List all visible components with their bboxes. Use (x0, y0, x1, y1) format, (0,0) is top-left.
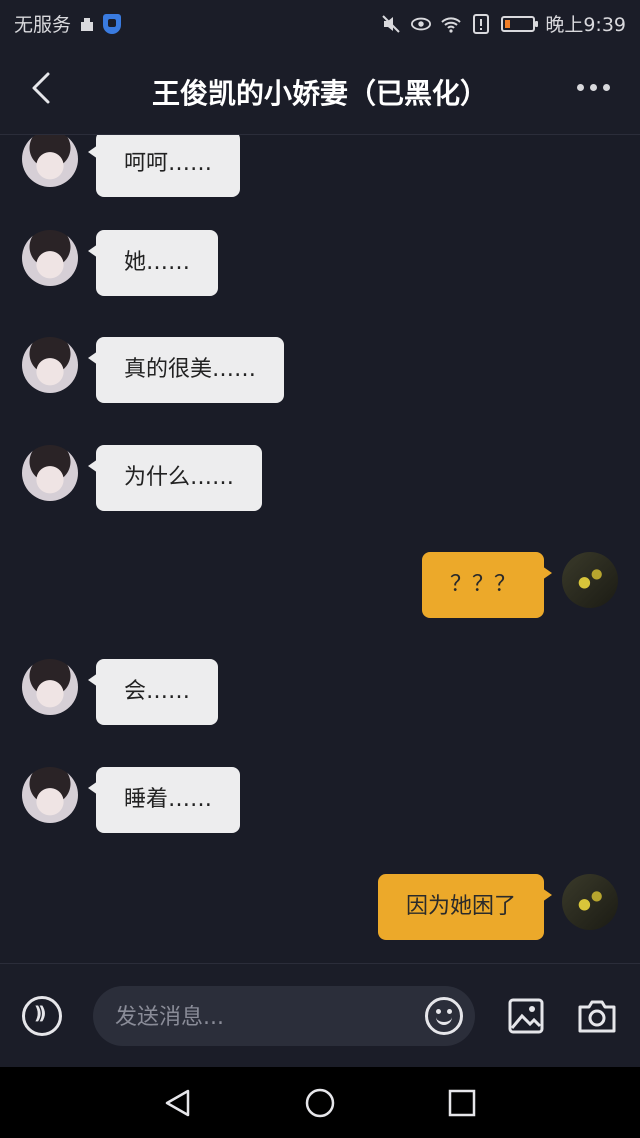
message-list[interactable]: 呵呵…… 她…… 真的很美…… 为什么…… ？？？ 会…… 睡着…… 因为她困了 (0, 135, 640, 963)
input-bar (0, 963, 640, 1068)
incoming-bubble[interactable]: 为什么…… (87, 445, 263, 511)
incoming-bubble[interactable]: 会…… (87, 659, 219, 725)
message-item: 因为她困了 (377, 874, 618, 940)
mute-icon (382, 14, 401, 33)
camera-icon[interactable] (577, 998, 617, 1034)
system-nav-bar (0, 1067, 640, 1138)
message-item: ？？？ (421, 552, 618, 618)
emoji-icon[interactable] (425, 997, 463, 1035)
back-triangle-icon[interactable] (163, 1088, 193, 1118)
contact-avatar[interactable] (22, 135, 78, 187)
home-circle-icon[interactable] (305, 1088, 335, 1118)
image-icon[interactable] (508, 998, 544, 1034)
incoming-bubble[interactable]: 呵呵…… (87, 135, 241, 197)
outgoing-bubble[interactable]: ？？？ (421, 552, 553, 618)
message-field[interactable] (93, 986, 475, 1046)
eye-icon (411, 17, 432, 30)
my-avatar[interactable] (562, 552, 618, 608)
status-bar: 无服务 晚上9:39 (0, 0, 640, 44)
status-right: 晚上9:39 (381, 10, 626, 37)
message-item: 真的很美…… (22, 337, 285, 403)
more-dots-icon[interactable] (577, 84, 610, 91)
chat-title: 王俊凯的小娇妻（已黑化） (151, 77, 488, 110)
message-item: 她…… (22, 230, 219, 296)
message-item: 会…… (22, 659, 219, 725)
outgoing-bubble[interactable]: 因为她困了 (377, 874, 553, 940)
message-item: 呵呵…… (22, 135, 241, 197)
clock-text: 晚上9:39 (545, 14, 626, 36)
message-input[interactable] (113, 996, 407, 1038)
battery-icon (501, 15, 539, 32)
recents-square-icon[interactable] (447, 1088, 477, 1118)
usb-icon (81, 17, 94, 31)
contact-avatar[interactable] (22, 445, 78, 501)
carrier-text: 无服务 (14, 14, 72, 36)
contact-avatar[interactable] (22, 767, 78, 823)
contact-avatar[interactable] (22, 337, 78, 393)
status-left: 无服务 (14, 10, 122, 37)
message-item: 为什么…… (22, 445, 263, 511)
voice-icon[interactable] (22, 996, 62, 1036)
contact-avatar[interactable] (22, 230, 78, 286)
incoming-bubble[interactable]: 真的很美…… (87, 337, 285, 403)
incoming-bubble[interactable]: 睡着…… (87, 767, 241, 833)
incoming-bubble[interactable]: 她…… (87, 230, 219, 296)
contact-avatar[interactable] (22, 659, 78, 715)
chat-header: 王俊凯的小娇妻（已黑化） (0, 44, 640, 135)
message-item: 睡着…… (22, 767, 241, 833)
alert-icon (473, 13, 490, 34)
shield-icon (103, 13, 122, 34)
my-avatar[interactable] (562, 874, 618, 930)
wifi-icon (441, 16, 462, 33)
